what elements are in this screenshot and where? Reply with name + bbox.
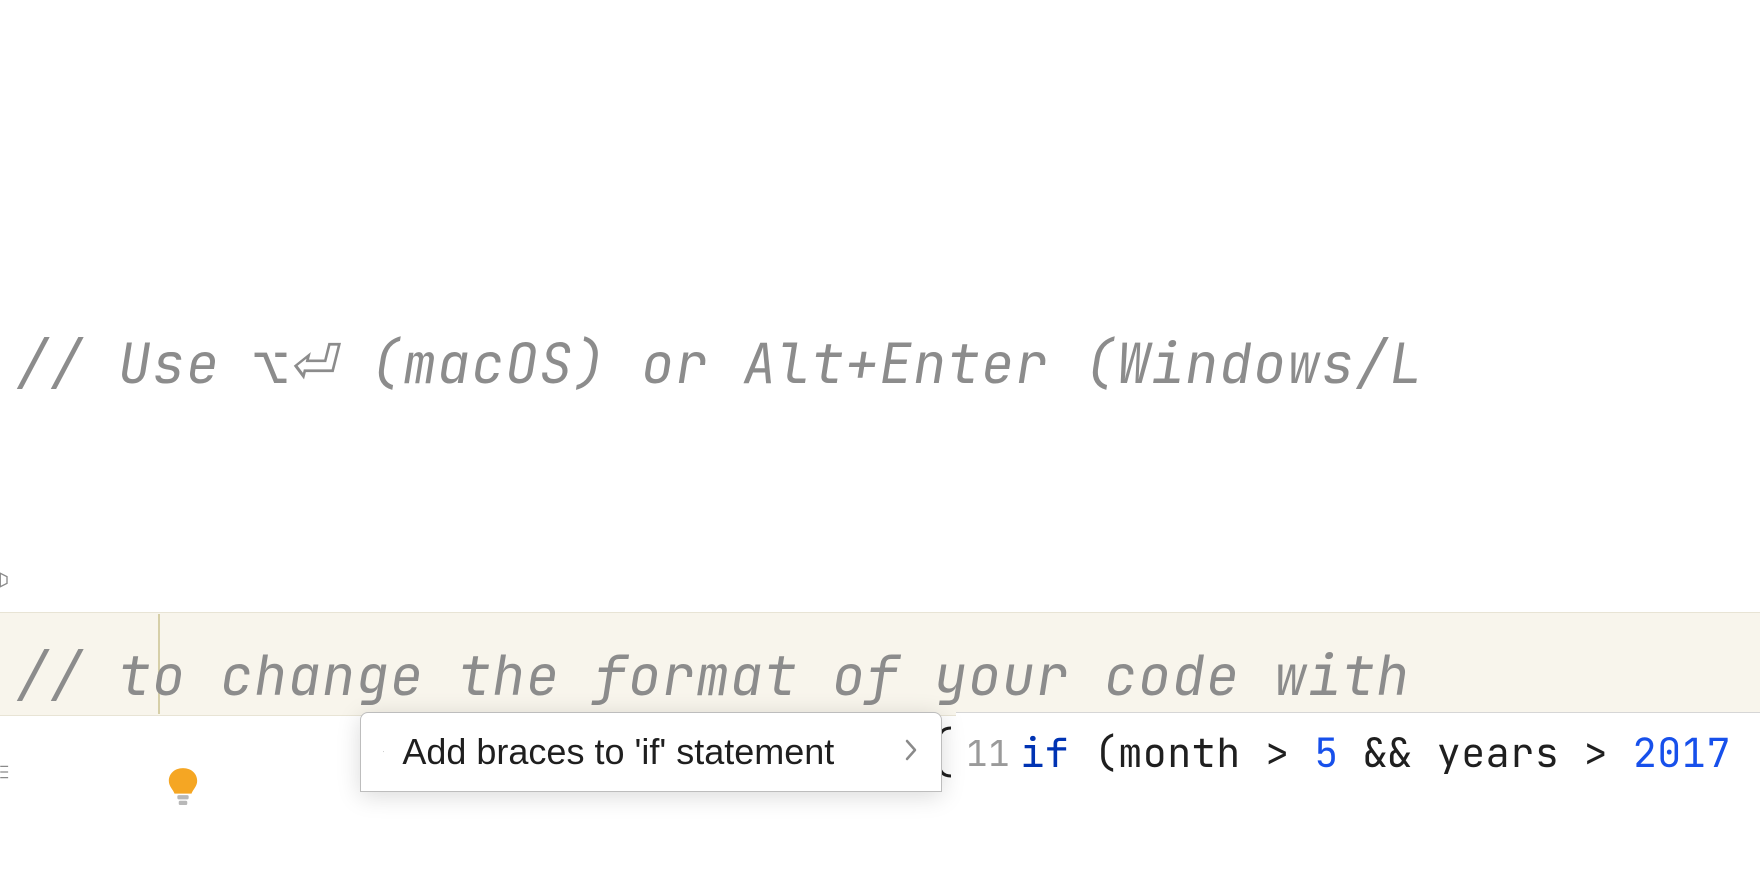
expr: (month > (1069, 701, 1314, 805)
intention-bulb-icon[interactable] (30, 638, 64, 688)
keyword-if: if (1020, 701, 1069, 805)
code-line-comment-1[interactable]: // Use ⌥⏎ (macOS) or Alt+Enter (Windows/… (16, 312, 1760, 416)
preview-line-number: 11 (966, 701, 1010, 805)
editor-gutter (0, 0, 8, 416)
collapse-gutter-icon[interactable] (0, 720, 18, 824)
intention-action-icon (383, 737, 384, 767)
intention-action-popup[interactable]: Add braces to 'if' statement (360, 712, 942, 792)
code-editor[interactable]: // Use ⌥⏎ (macOS) or Alt+Enter (Windows/… (0, 0, 1760, 880)
chevron-right-icon (846, 596, 919, 880)
shortcut-glyph: ⌥⏎ (254, 312, 335, 416)
number-literal: 5 (1314, 701, 1339, 805)
intention-preview: 11 if (month > 5 && years > 2017 (956, 712, 1760, 792)
comment-text: (macOS) or Alt+Enter (Windows/L (335, 312, 1423, 416)
intention-action-label: Add braces to 'if' statement (402, 700, 834, 804)
number-literal: 2017 (1633, 701, 1731, 805)
run-method-gutter-icon[interactable] (0, 528, 18, 632)
expr: && years > (1339, 701, 1633, 805)
